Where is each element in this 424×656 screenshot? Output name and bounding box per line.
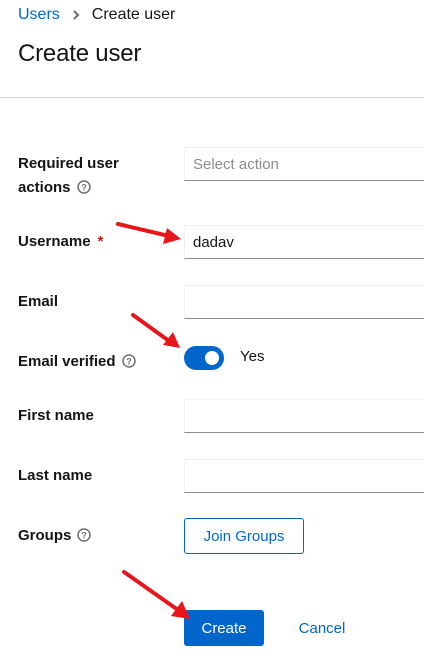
toggle-knob xyxy=(205,351,219,365)
groups-label: Groups? xyxy=(18,524,92,550)
email-verified-state: Yes xyxy=(240,348,265,365)
breadcrumb-current: Create user xyxy=(91,6,176,23)
required-actions-label-line1: Required user xyxy=(18,155,119,172)
email-verified-toggle[interactable] xyxy=(184,346,224,370)
help-icon[interactable]: ? xyxy=(76,178,91,202)
username-label: Username * xyxy=(18,230,103,254)
help-icon[interactable]: ? xyxy=(121,352,136,376)
email-label: Email xyxy=(18,293,59,310)
email-verified-label-text: Email verified xyxy=(18,353,116,370)
help-icon[interactable]: ? xyxy=(77,526,92,550)
join-groups-button[interactable]: Join Groups xyxy=(184,518,304,554)
first-name-label: First name xyxy=(18,407,94,424)
page-title: Create user xyxy=(18,40,142,67)
groups-label-text: Groups xyxy=(18,527,72,544)
username-label-text: Username xyxy=(18,233,91,250)
breadcrumb-users-link[interactable]: Users xyxy=(18,6,60,24)
annotation-arrow-email-verified xyxy=(131,313,180,348)
annotation-arrow-username xyxy=(116,222,181,244)
last-name-label: Last name xyxy=(18,467,93,484)
first-name-input[interactable] xyxy=(184,399,424,433)
create-button[interactable]: Create xyxy=(184,610,264,646)
username-input[interactable]: dadav xyxy=(184,225,424,259)
svg-text:?: ? xyxy=(126,357,132,367)
required-indicator: * xyxy=(97,233,104,250)
email-input[interactable] xyxy=(184,285,424,319)
last-name-input[interactable] xyxy=(184,459,424,493)
breadcrumb: Users Create user xyxy=(18,4,175,26)
header-divider xyxy=(0,97,424,98)
required-actions-label: Required user actions? xyxy=(18,152,119,202)
required-actions-select[interactable]: Select action xyxy=(184,147,424,181)
chevron-right-icon xyxy=(72,9,80,21)
svg-text:?: ? xyxy=(81,183,87,193)
svg-text:?: ? xyxy=(82,531,88,541)
required-actions-label-line2: actions xyxy=(18,179,71,196)
cancel-button[interactable]: Cancel xyxy=(282,610,362,646)
annotation-arrow-create xyxy=(122,570,190,619)
email-verified-label: Email verified? xyxy=(18,350,136,376)
